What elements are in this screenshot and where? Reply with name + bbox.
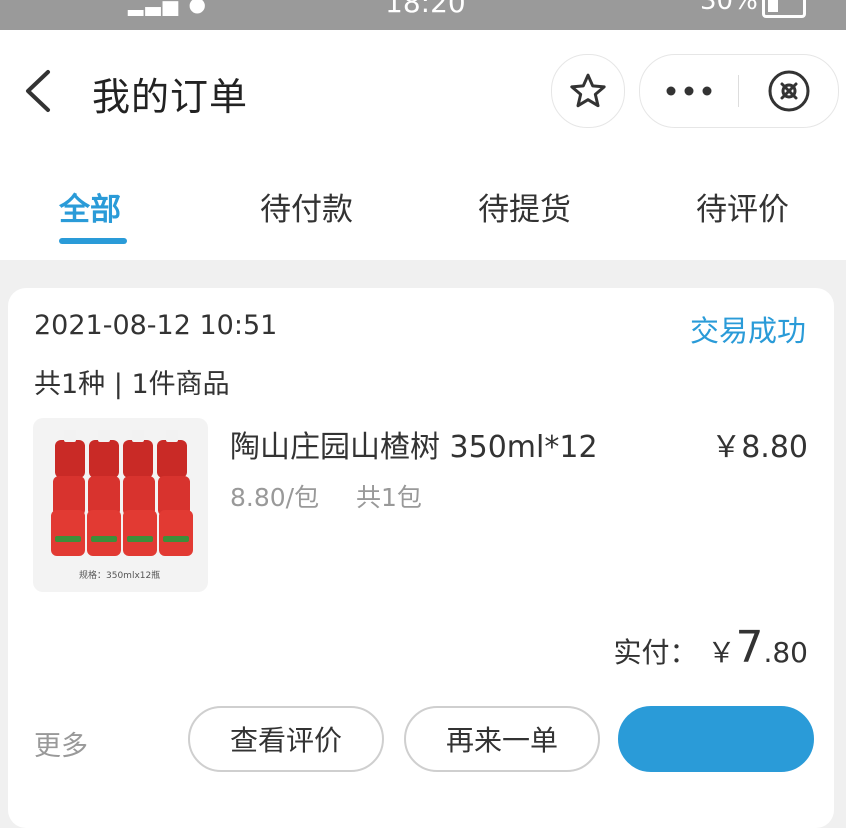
- back-button[interactable]: [20, 66, 60, 116]
- close-circle-icon: [768, 70, 810, 112]
- product-name[interactable]: 陶山庄园山楂树 350ml*12: [230, 422, 598, 466]
- amount-paid-integer: 7: [735, 622, 764, 673]
- primary-action-button[interactable]: [618, 706, 814, 772]
- amount-paid-decimal: .80: [763, 636, 808, 669]
- more-dots-icon: [666, 86, 712, 96]
- product-spec-caption: 规格：350mlx12瓶: [79, 571, 161, 581]
- product-thumbnail[interactable]: 规格：350mlx12瓶: [33, 418, 208, 592]
- battery-icon: [762, 0, 806, 18]
- favorite-button[interactable]: [551, 54, 625, 128]
- order-status: 交易成功: [689, 314, 806, 348]
- view-review-button[interactable]: 查看评价: [188, 706, 384, 772]
- product-unit-price: 8.80/包: [230, 483, 320, 512]
- page-header: 我的订单 全部 待付款 待提货 待评价: [0, 30, 846, 260]
- battery-percentage: 30%: [700, 0, 758, 16]
- tab-pending-review[interactable]: 待评价: [696, 184, 789, 229]
- status-bar: ▂▃▅ ● 18:20 30%: [0, 0, 846, 30]
- tab-pending-pickup[interactable]: 待提货: [478, 184, 571, 229]
- tab-pending-payment[interactable]: 待付款: [260, 184, 353, 229]
- close-mini-program-button[interactable]: [740, 55, 838, 127]
- tab-all[interactable]: 全部: [59, 184, 121, 229]
- amount-paid-currency: ￥: [707, 636, 736, 669]
- product-count: 共1包: [356, 483, 422, 512]
- product-bottles-image: [51, 430, 193, 556]
- signal-icon: ▂▃▅ ●: [128, 0, 208, 16]
- more-actions-link[interactable]: 更多: [34, 724, 88, 763]
- status-time: 18:20: [385, 0, 466, 19]
- order-tabs: 全部 待付款 待提货 待评价: [0, 180, 846, 260]
- buy-again-button[interactable]: 再来一单: [404, 706, 600, 772]
- amount-paid: 实付： ￥ 7 .80: [613, 622, 808, 673]
- active-tab-indicator: [59, 238, 127, 244]
- order-date: 2021-08-12 10:51: [34, 310, 278, 341]
- star-icon: [570, 73, 606, 108]
- page-title: 我的订单: [92, 75, 249, 119]
- capsule-divider: [738, 75, 739, 107]
- more-menu-button[interactable]: [640, 55, 738, 127]
- product-price: ￥8.80: [711, 430, 808, 465]
- back-arrow-icon: [26, 70, 50, 112]
- order-card[interactable]: 2021-08-12 10:51 交易成功 共1种 | 1件商品 规格：350m…: [8, 288, 834, 828]
- amount-paid-label: 实付：: [613, 636, 698, 669]
- mini-program-capsule: [639, 54, 839, 128]
- order-summary: 共1种 | 1件商品: [34, 369, 230, 400]
